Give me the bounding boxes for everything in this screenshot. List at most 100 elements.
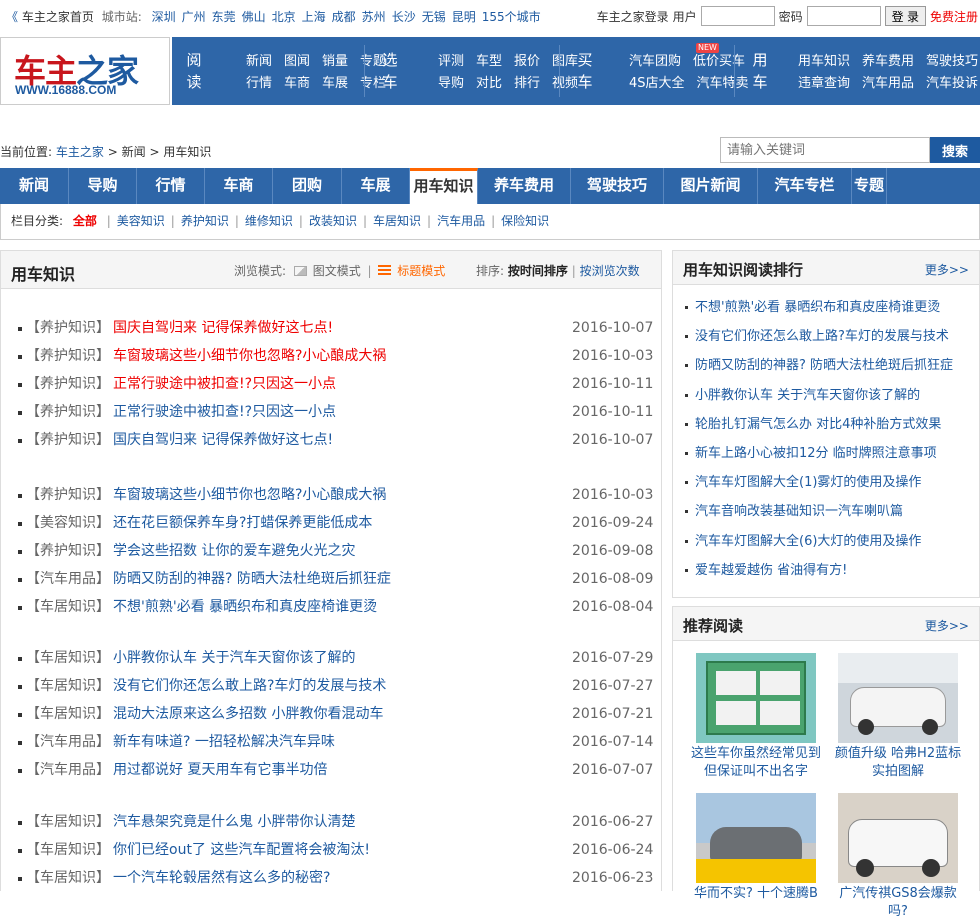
nav-link[interactable]: 评测	[438, 54, 464, 69]
ranking-item[interactable]: 汽车车灯图解大全(6)大灯的使用及操作	[673, 527, 979, 556]
city-link[interactable]: 苏州	[362, 10, 386, 24]
ranking-link[interactable]: 新车上路小心被扣12分 临时牌照注意事项	[695, 439, 937, 468]
subcategory-link[interactable]: 保险知识	[501, 214, 549, 228]
nav-link[interactable]: 汽车团购	[629, 54, 681, 69]
main-nav-item[interactable]: 车展	[342, 168, 410, 204]
nav-link[interactable]: 车商	[284, 76, 310, 91]
article-title[interactable]: 学会这些招数 让你的爱车避免火光之灾	[113, 537, 355, 565]
site-logo[interactable]: 车主之家 WWW.16888.COM	[0, 37, 170, 105]
subcategory-all[interactable]: 全部	[73, 214, 97, 228]
ranking-item[interactable]: 小胖教你认车 关于汽车天窗你该了解的	[673, 381, 979, 410]
search-button[interactable]: 搜索	[930, 137, 980, 163]
article-title[interactable]: 车窗玻璃这些小细节你也忽略?小心酿成大祸	[113, 342, 386, 370]
search-input[interactable]	[720, 137, 930, 163]
main-nav-item[interactable]: 专题汇总	[852, 168, 887, 228]
subcategory-link[interactable]: 维修知识	[245, 214, 293, 228]
article-row[interactable]: 【汽车用品】 新车有味道? 一招轻松解决汽车异味 2016-07-14	[16, 728, 656, 756]
ranking-item[interactable]: 防晒又防刮的神器? 防晒大法杜绝斑后抓狂症	[673, 351, 979, 380]
subcategory-link[interactable]: 车居知识	[373, 214, 421, 228]
subcategory-link[interactable]: 改装知识	[309, 214, 357, 228]
password-input[interactable]	[806, 6, 881, 26]
nav-link[interactable]: 销量	[322, 54, 348, 69]
article-category[interactable]: 【车居知识】	[26, 672, 110, 700]
main-nav-item[interactable]: 新闻	[0, 168, 69, 204]
article-row[interactable]: 【车居知识】 没有它们你还怎么敢上路?车灯的发展与技术 2016-07-27	[16, 672, 656, 700]
ranking-link[interactable]: 爱车越爱越伤 省油得有方!	[695, 556, 847, 585]
nav-link[interactable]: 违章查询	[798, 76, 850, 91]
article-title[interactable]: 国庆自驾归来 记得保养做好这七点!	[113, 426, 333, 454]
nav-link[interactable]: 车型	[476, 54, 502, 69]
article-category[interactable]: 【汽车用品】	[26, 756, 110, 784]
article-row[interactable]: 【车居知识】 小胖教你认车 关于汽车天窗你该了解的 2016-07-29	[16, 644, 656, 672]
main-nav-item[interactable]: 行情	[137, 168, 205, 204]
article-category[interactable]: 【美容知识】	[26, 509, 110, 537]
article-row[interactable]: 【养护知识】 车窗玻璃这些小细节你也忽略?小心酿成大祸 2016-10-03	[16, 342, 656, 370]
article-row[interactable]: 【养护知识】 国庆自驾归来 记得保养做好这七点! 2016-10-07	[16, 426, 656, 454]
ranking-item[interactable]: 轮胎扎钉漏气怎么办 对比4种补胎方式效果	[673, 410, 979, 439]
article-title[interactable]: 你们已经out了 这些汽车配置将会被淘汰!	[113, 836, 370, 864]
ranking-item[interactable]: 汽车车灯图解大全(1)雾灯的使用及操作	[673, 468, 979, 497]
nav-link[interactable]: 导购	[438, 76, 464, 91]
article-category[interactable]: 【车居知识】	[26, 593, 110, 621]
article-row[interactable]: 【养护知识】 学会这些招数 让你的爱车避免火光之灾 2016-09-08	[16, 537, 656, 565]
article-title[interactable]: 用过都说好 夏天用车有它事半功倍	[113, 756, 327, 784]
nav-link[interactable]: 新闻	[246, 54, 272, 69]
recommend-card[interactable]: 华而不实? 十个速腾B	[691, 793, 821, 903]
nav-link[interactable]: 驾驶技巧	[926, 54, 978, 69]
ranking-link[interactable]: 防晒又防刮的神器? 防晒大法杜绝斑后抓狂症	[695, 351, 953, 380]
article-row[interactable]: 【车居知识】 混动大法原来这么多招数 小胖教你看混动车 2016-07-21	[16, 700, 656, 728]
home-link[interactable]: 车主之家首页	[22, 10, 94, 24]
ranking-link[interactable]: 汽车车灯图解大全(6)大灯的使用及操作	[695, 527, 921, 556]
city-link[interactable]: 广州	[182, 10, 206, 24]
main-nav-item[interactable]: 车商	[205, 168, 273, 204]
city-link[interactable]: 长沙	[392, 10, 416, 24]
sort-by-views[interactable]: 按浏览次数	[580, 264, 640, 278]
username-input[interactable]	[700, 6, 775, 26]
nav-link[interactable]: 车展	[322, 76, 348, 91]
recommend-more-link[interactable]: 更多>>	[925, 617, 969, 634]
ranking-item[interactable]: 爱车越爱越伤 省油得有方!	[673, 556, 979, 585]
subcategory-link[interactable]: 汽车用品	[437, 214, 485, 228]
ranking-item[interactable]: 新车上路小心被扣12分 临时牌照注意事项	[673, 439, 979, 468]
recommend-card[interactable]: 这些车你虽然经常见到但保证叫不出名字	[691, 653, 821, 781]
article-category[interactable]: 【养护知识】	[26, 398, 110, 426]
article-category[interactable]: 【养护知识】	[26, 314, 110, 342]
ranking-link[interactable]: 轮胎扎钉漏气怎么办 对比4种补胎方式效果	[695, 410, 941, 439]
article-title[interactable]: 不想'煎熟'必看 暴晒织布和真皮座椅谁更烫	[113, 593, 377, 621]
nav-link[interactable]: 对比	[476, 76, 502, 91]
city-link[interactable]: 成都	[332, 10, 356, 24]
article-row[interactable]: 【车居知识】 你们已经out了 这些汽车配置将会被淘汰! 2016-06-24	[16, 836, 656, 864]
article-category[interactable]: 【车居知识】	[26, 644, 110, 672]
nav-link[interactable]: 用车知识	[798, 54, 850, 69]
article-row[interactable]: 【车居知识】 一个汽车轮毂居然有这么多的秘密? 2016-06-23	[16, 864, 656, 892]
article-title[interactable]: 还在花巨额保养车身?打蜡保养更能低成本	[113, 509, 372, 537]
sort-by-time[interactable]: 按时间排序	[508, 264, 568, 278]
city-link[interactable]: 佛山	[242, 10, 266, 24]
ranking-link[interactable]: 小胖教你认车 关于汽车天窗你该了解的	[695, 381, 920, 410]
article-row[interactable]: 【美容知识】 还在花巨额保养车身?打蜡保养更能低成本 2016-09-24	[16, 509, 656, 537]
article-title[interactable]: 防晒又防刮的神器? 防晒大法杜绝斑后抓狂症	[113, 565, 391, 593]
article-category[interactable]: 【车居知识】	[26, 836, 110, 864]
article-row[interactable]: 【车居知识】 汽车悬架究竟是什么鬼 小胖带你认清楚 2016-06-27	[16, 808, 656, 836]
main-nav-item[interactable]: 团购	[273, 168, 342, 204]
picture-mode-toggle[interactable]: 图文模式	[313, 264, 361, 278]
article-title[interactable]: 小胖教你认车 关于汽车天窗你该了解的	[113, 644, 355, 672]
login-button[interactable]: 登 录	[884, 6, 926, 26]
article-category[interactable]: 【汽车用品】	[26, 728, 110, 756]
article-row[interactable]: 【养护知识】 正常行驶途中被扣查!?只因这一小点 2016-10-11	[16, 398, 656, 426]
register-link[interactable]: 免费注册	[930, 8, 978, 25]
ranking-link[interactable]: 没有它们你还怎么敢上路?车灯的发展与技术	[695, 322, 949, 351]
nav-link[interactable]: 图库	[552, 54, 578, 69]
city-link[interactable]: 北京	[272, 10, 296, 24]
subcategory-link[interactable]: 美容知识	[117, 214, 165, 228]
nav-link[interactable]: 报价	[514, 54, 540, 69]
main-nav-item[interactable]: 汽车专栏	[758, 168, 852, 204]
article-title[interactable]: 国庆自驾归来 记得保养做好这七点!	[113, 314, 333, 342]
article-category[interactable]: 【汽车用品】	[26, 565, 110, 593]
article-title[interactable]: 一个汽车轮毂居然有这么多的秘密?	[113, 864, 330, 892]
ranking-link[interactable]: 汽车车灯图解大全(1)雾灯的使用及操作	[695, 468, 921, 497]
city-link[interactable]: 无锡	[422, 10, 446, 24]
nav-link[interactable]: 视频	[552, 76, 578, 91]
main-nav-item[interactable]: 导购	[69, 168, 137, 204]
article-category[interactable]: 【养护知识】	[26, 370, 110, 398]
